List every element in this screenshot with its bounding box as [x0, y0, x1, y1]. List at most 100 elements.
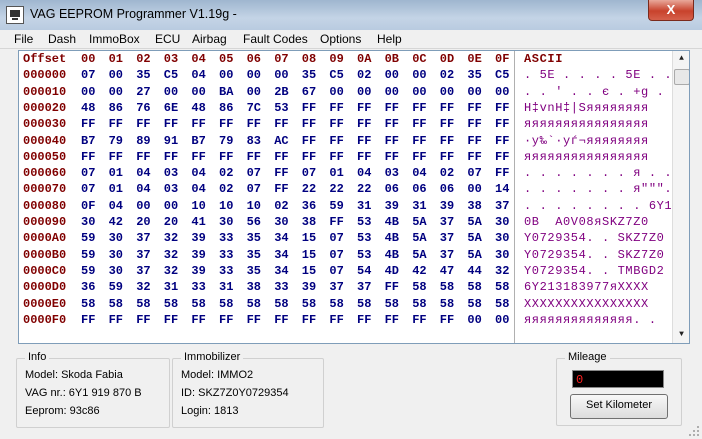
hex-byte[interactable]: 00 — [191, 85, 205, 99]
hex-byte[interactable]: 58 — [440, 280, 454, 294]
hex-byte[interactable]: FF — [164, 150, 178, 164]
ascii-column[interactable]: Y0729354. . SKZ7Z0 — [524, 231, 664, 245]
hex-byte[interactable]: 00 — [81, 85, 95, 99]
hex-byte[interactable]: 33 — [274, 280, 288, 294]
hex-byte[interactable]: 37 — [440, 215, 454, 229]
hex-byte[interactable]: FF — [329, 134, 343, 148]
hex-byte[interactable]: 58 — [495, 280, 509, 294]
hex-byte[interactable]: 10 — [219, 199, 233, 213]
hex-byte[interactable]: 58 — [440, 297, 454, 311]
hex-byte[interactable]: 00 — [467, 313, 481, 327]
hex-byte[interactable]: 54 — [357, 264, 371, 278]
hex-byte[interactable]: FF — [302, 150, 316, 164]
hex-byte[interactable]: 35 — [247, 231, 261, 245]
hex-byte[interactable]: 20 — [164, 215, 178, 229]
hex-byte[interactable]: 07 — [329, 248, 343, 262]
menu-airbag[interactable]: Airbag — [192, 32, 227, 46]
hex-byte[interactable]: 58 — [81, 297, 95, 311]
hex-byte[interactable]: 33 — [219, 248, 233, 262]
ascii-column[interactable]: . . . . . . . . 6Y191987 — [524, 199, 689, 213]
mileage-input[interactable]: 0 — [572, 370, 664, 388]
hex-byte[interactable]: 00 — [412, 68, 426, 82]
hex-byte[interactable]: 58 — [219, 297, 233, 311]
hex-byte[interactable]: 31 — [219, 280, 233, 294]
hex-byte[interactable]: 48 — [81, 101, 95, 115]
hex-byte[interactable]: 89 — [136, 134, 150, 148]
hex-byte[interactable]: 30 — [495, 248, 509, 262]
hex-byte[interactable]: 22 — [357, 182, 371, 196]
hex-byte[interactable]: 5A — [467, 248, 481, 262]
ascii-column[interactable]: . 5E . . . . 5E . . . . 5E — [524, 68, 689, 82]
hex-byte[interactable]: 58 — [495, 297, 509, 311]
hex-byte[interactable]: 2B — [274, 85, 288, 99]
hex-byte[interactable]: AC — [274, 134, 288, 148]
hex-byte[interactable]: 35 — [302, 68, 316, 82]
hex-byte[interactable]: FF — [329, 215, 343, 229]
hex-byte[interactable]: FF — [247, 313, 261, 327]
hex-byte[interactable]: FF — [247, 117, 261, 131]
menu-options[interactable]: Options — [320, 32, 361, 46]
hex-byte[interactable]: 00 — [385, 68, 399, 82]
resize-grip-icon[interactable] — [688, 425, 700, 437]
menu-help[interactable]: Help — [377, 32, 402, 46]
hex-byte[interactable]: 42 — [412, 264, 426, 278]
hex-byte[interactable]: FF — [136, 150, 150, 164]
hex-byte[interactable]: 5A — [467, 231, 481, 245]
hex-byte[interactable]: 30 — [81, 215, 95, 229]
hex-byte[interactable]: 38 — [247, 280, 261, 294]
hex-byte[interactable]: 02 — [440, 166, 454, 180]
ascii-column[interactable]: яяяяяяяяяяяяяяяя — [524, 117, 649, 131]
hex-byte[interactable]: 4B — [385, 248, 399, 262]
hex-byte[interactable]: FF — [440, 313, 454, 327]
hex-byte[interactable]: 35 — [467, 68, 481, 82]
ascii-column[interactable]: . . . . . . . я . . . . . . . я — [524, 166, 689, 180]
hex-byte[interactable]: 00 — [247, 85, 261, 99]
hex-byte[interactable]: FF — [329, 101, 343, 115]
hex-byte[interactable]: 00 — [495, 85, 509, 99]
hex-byte[interactable]: 00 — [467, 85, 481, 99]
hex-byte[interactable]: 01 — [109, 166, 123, 180]
hex-byte[interactable]: 22 — [329, 182, 343, 196]
hex-byte[interactable]: 30 — [274, 215, 288, 229]
ascii-column[interactable]: Y0729354. . TMBGD2 — [524, 264, 664, 278]
ascii-column[interactable]: яяяяяяяяяяяяяяяя — [524, 150, 649, 164]
hex-byte[interactable]: FF — [191, 313, 205, 327]
hex-byte[interactable]: 15 — [302, 264, 316, 278]
hex-byte[interactable]: 53 — [357, 248, 371, 262]
hex-byte[interactable]: 58 — [357, 297, 371, 311]
ascii-column[interactable]: XXXXXXXXXXXXXXXX — [524, 297, 649, 311]
hex-byte[interactable]: FF — [164, 313, 178, 327]
hex-byte[interactable]: FF — [164, 117, 178, 131]
hex-byte[interactable]: 58 — [302, 297, 316, 311]
hex-byte[interactable]: FF — [219, 150, 233, 164]
hex-byte[interactable]: 00 — [412, 85, 426, 99]
hex-byte[interactable]: 79 — [109, 134, 123, 148]
hex-byte[interactable]: 02 — [219, 166, 233, 180]
hex-byte[interactable]: 56 — [247, 215, 261, 229]
hex-byte[interactable]: 79 — [219, 134, 233, 148]
menu-file[interactable]: File — [14, 32, 33, 46]
hex-byte[interactable]: 36 — [302, 199, 316, 213]
menu-ecu[interactable]: ECU — [155, 32, 180, 46]
hex-byte[interactable]: 00 — [274, 68, 288, 82]
hex-editor[interactable]: Offset 00 01 02 03 04 05 06 07 08 09 0A 0B 0C 0D 0E 0F AS… — [18, 50, 690, 344]
hex-byte[interactable]: 04 — [191, 166, 205, 180]
hex-byte[interactable]: 31 — [357, 199, 371, 213]
hex-byte[interactable]: FF — [81, 150, 95, 164]
hex-byte[interactable]: 39 — [191, 264, 205, 278]
ascii-column[interactable]: . . ' . . є . +g . . . . . . . — [524, 85, 689, 99]
hex-byte[interactable]: 36 — [81, 280, 95, 294]
hex-byte[interactable]: 35 — [136, 68, 150, 82]
hex-byte[interactable]: FF — [385, 313, 399, 327]
hex-byte[interactable]: 01 — [329, 166, 343, 180]
hex-byte[interactable]: 59 — [81, 231, 95, 245]
hex-byte[interactable]: FF — [219, 117, 233, 131]
hex-byte[interactable]: 53 — [357, 231, 371, 245]
hex-byte[interactable]: 20 — [136, 215, 150, 229]
hex-byte[interactable]: 02 — [357, 68, 371, 82]
hex-byte[interactable]: 32 — [164, 264, 178, 278]
set-kilometer-button[interactable]: Set Kilometer — [570, 394, 668, 419]
hex-byte[interactable]: 5A — [412, 231, 426, 245]
ascii-column[interactable]: 0B A0V08яSKZ7Z0 — [524, 215, 649, 229]
hex-byte[interactable]: FF — [109, 117, 123, 131]
